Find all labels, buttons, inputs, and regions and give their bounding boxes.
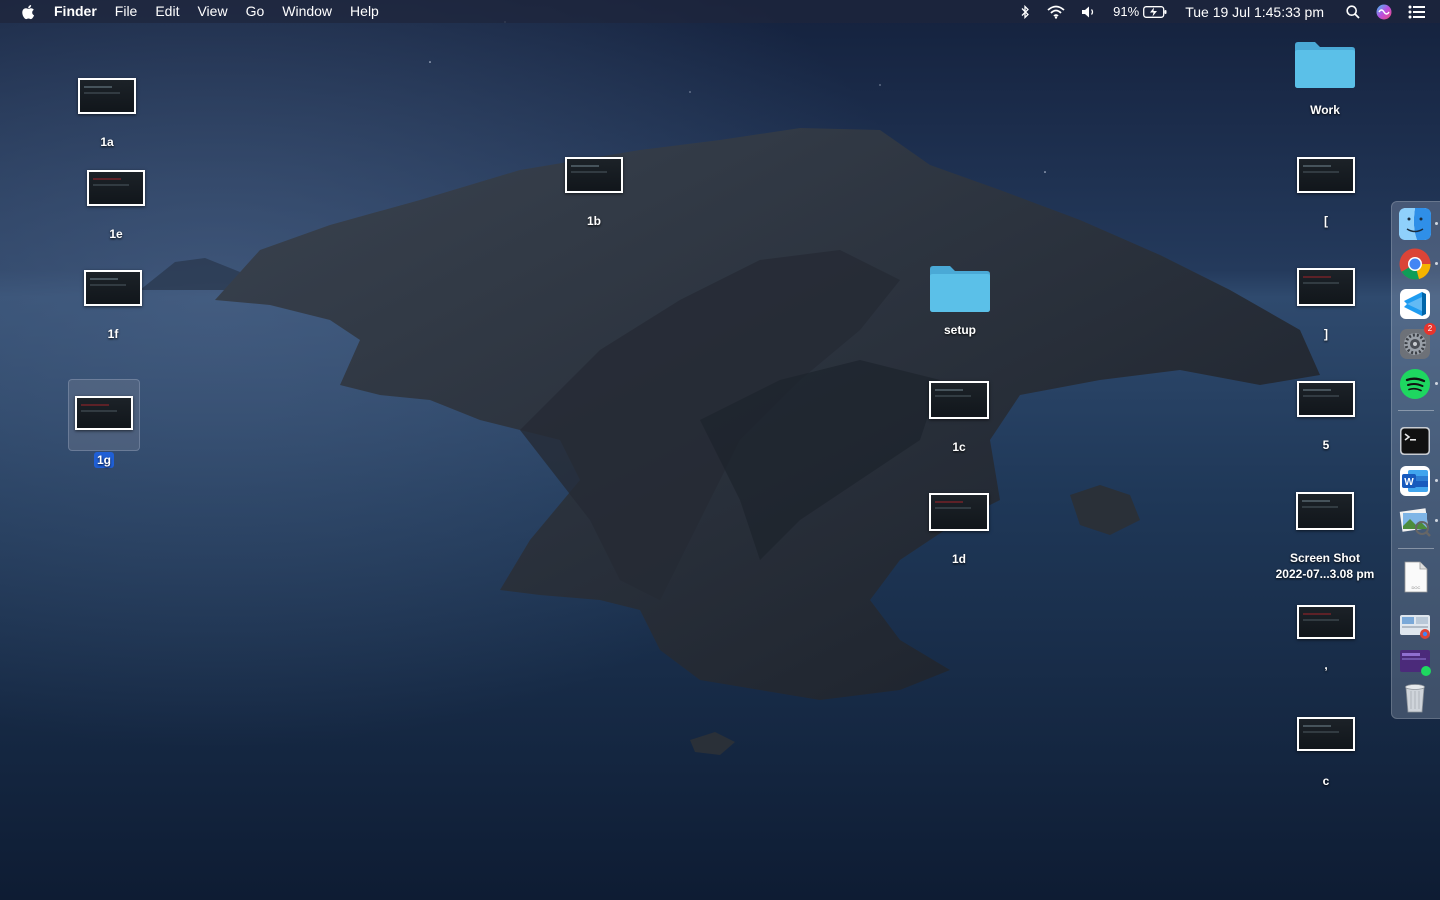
file-label: [ bbox=[1324, 214, 1328, 228]
menu-finder[interactable]: Finder bbox=[52, 0, 106, 23]
file-label: 5 bbox=[1322, 438, 1330, 452]
dock-spotify-icon[interactable] bbox=[1398, 367, 1438, 401]
running-indicator bbox=[1435, 479, 1438, 482]
running-indicator bbox=[1435, 519, 1438, 522]
running-indicator bbox=[1435, 262, 1438, 265]
screenshot-thumbnail bbox=[75, 396, 133, 430]
desktop-file-1c[interactable]: 1c bbox=[904, 381, 1014, 455]
dock-separator bbox=[1398, 410, 1434, 411]
desktop-wallpaper bbox=[0, 0, 1440, 900]
dock-system-preferences-icon[interactable]: 2 bbox=[1398, 323, 1436, 361]
desktop-file-comma[interactable]: , bbox=[1271, 605, 1381, 673]
file-label: c bbox=[1322, 774, 1330, 788]
screenshot-thumbnail bbox=[1297, 268, 1355, 306]
svg-text:DOC: DOC bbox=[1412, 585, 1421, 590]
file-label: , bbox=[1324, 658, 1328, 672]
desktop-file-1a[interactable]: 1a bbox=[52, 78, 162, 150]
desktop-file-1e[interactable]: 1e bbox=[61, 170, 171, 242]
desktop-file-5[interactable]: 5 bbox=[1271, 381, 1381, 453]
menu-file[interactable]: File bbox=[106, 0, 147, 23]
dock-terminal-icon[interactable] bbox=[1398, 424, 1432, 458]
desktop-file-1f[interactable]: 1f bbox=[58, 270, 168, 342]
screenshot-thumbnail bbox=[1297, 717, 1355, 751]
file-label-selected: 1g bbox=[93, 452, 114, 468]
screenshot-thumbnail bbox=[1297, 381, 1355, 417]
desktop-file-1g[interactable]: 1g bbox=[49, 396, 159, 469]
dock-chrome-icon[interactable] bbox=[1398, 247, 1438, 281]
running-indicator bbox=[1435, 382, 1438, 385]
menu-edit[interactable]: Edit bbox=[146, 0, 188, 23]
bluetooth-icon[interactable] bbox=[1019, 0, 1031, 23]
file-label: 1f bbox=[107, 327, 119, 341]
screenshot-thumbnail bbox=[565, 157, 623, 193]
menu-clock[interactable]: Tue 19 Jul 1:45:33 pm bbox=[1185, 4, 1324, 20]
desktop-file-screen-shot[interactable]: Screen Shot 2022-07...3.08 pm bbox=[1263, 492, 1387, 582]
running-indicator bbox=[1435, 222, 1438, 225]
file-label: Screen Shot 2022-07...3.08 pm bbox=[1275, 551, 1375, 581]
file-label: 1d bbox=[951, 552, 966, 566]
dock-recent-item-icon[interactable] bbox=[1398, 644, 1432, 678]
volume-icon[interactable] bbox=[1081, 0, 1097, 23]
desktop-file-close-bracket[interactable]: ] bbox=[1271, 268, 1381, 342]
desktop-folder-work[interactable]: Work bbox=[1270, 40, 1380, 118]
folder-label: setup bbox=[943, 323, 976, 337]
apple-logo-icon[interactable] bbox=[19, 3, 37, 21]
menu-window[interactable]: Window bbox=[273, 0, 341, 23]
menu-bar: Finder File Edit View Go Window Help 91%… bbox=[0, 0, 1440, 23]
wifi-icon[interactable] bbox=[1047, 0, 1065, 23]
siri-icon[interactable] bbox=[1376, 0, 1392, 23]
notification-badge: 2 bbox=[1424, 323, 1436, 335]
desktop-file-open-bracket[interactable]: [ bbox=[1271, 157, 1381, 229]
screenshot-thumbnail bbox=[1296, 492, 1354, 530]
screenshot-thumbnail bbox=[1297, 157, 1355, 193]
menu-go[interactable]: Go bbox=[237, 0, 274, 23]
file-label: 1b bbox=[586, 214, 601, 228]
dock-recent-item-icon[interactable] bbox=[1398, 607, 1432, 641]
control-center-icon[interactable] bbox=[1408, 0, 1426, 23]
battery-percent[interactable]: 91% bbox=[1113, 0, 1139, 23]
dock-finder-icon[interactable] bbox=[1398, 207, 1438, 241]
screenshot-thumbnail bbox=[1297, 605, 1355, 639]
screenshot-thumbnail bbox=[87, 170, 145, 206]
dock-separator bbox=[1398, 548, 1434, 549]
menu-view[interactable]: View bbox=[188, 0, 236, 23]
folder-icon bbox=[930, 264, 990, 312]
screenshot-thumbnail bbox=[84, 270, 142, 306]
desktop-file-1d[interactable]: 1d bbox=[904, 493, 1014, 567]
file-label: 1e bbox=[109, 227, 123, 241]
dock-document-icon[interactable]: DOC bbox=[1398, 560, 1432, 594]
dock-word-icon[interactable]: W bbox=[1398, 464, 1438, 498]
desktop-folder-setup[interactable]: setup bbox=[905, 264, 1015, 338]
dock-vscode-icon[interactable] bbox=[1398, 287, 1432, 321]
battery-charging-icon[interactable] bbox=[1143, 0, 1167, 23]
dock-preview-icon[interactable] bbox=[1398, 504, 1438, 538]
desktop-file-c[interactable]: c bbox=[1271, 717, 1381, 789]
file-label: ] bbox=[1324, 327, 1328, 341]
screenshot-thumbnail bbox=[929, 493, 989, 531]
spotlight-search-icon[interactable] bbox=[1346, 0, 1360, 23]
svg-text:W: W bbox=[1404, 477, 1414, 488]
screenshot-thumbnail bbox=[78, 78, 136, 114]
menu-help[interactable]: Help bbox=[341, 0, 388, 23]
desktop-file-1b[interactable]: 1b bbox=[539, 157, 649, 229]
screenshot-thumbnail bbox=[929, 381, 989, 419]
dock: 2 W DOC bbox=[1391, 201, 1440, 719]
folder-icon bbox=[1295, 40, 1355, 88]
file-label: 1a bbox=[100, 135, 114, 149]
file-label: 1c bbox=[952, 440, 966, 454]
folder-label: Work bbox=[1310, 103, 1340, 117]
dock-trash-icon[interactable] bbox=[1398, 680, 1432, 714]
